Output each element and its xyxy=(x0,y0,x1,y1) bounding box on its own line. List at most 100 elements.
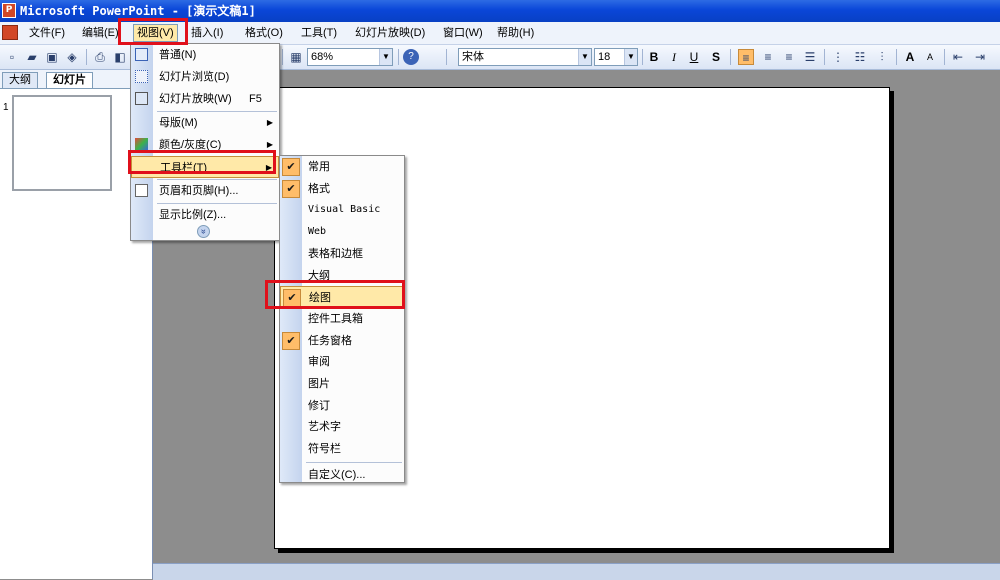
menu-item-zoom[interactable]: 显示比例(Z)... xyxy=(131,204,279,226)
submenu-item[interactable]: 修订 xyxy=(280,395,404,417)
align-right-icon[interactable]: ≡ xyxy=(781,49,797,65)
align-center-icon[interactable]: ≡ xyxy=(760,49,776,65)
submenu-item[interactable]: ✔ 绘图 xyxy=(280,286,404,309)
submenu-item[interactable]: ✔ 任务窗格 xyxy=(280,330,404,352)
menu-edit[interactable]: 编辑(E) xyxy=(79,25,122,41)
help-icon[interactable]: ? xyxy=(403,49,419,65)
submenu-item-label: 控件工具箱 xyxy=(308,312,363,325)
submenu-item[interactable]: Web xyxy=(280,221,404,243)
submenu-item-label: 修订 xyxy=(308,399,330,412)
menu-expand[interactable]: » xyxy=(131,224,279,240)
menu-item-header-footer[interactable]: 页眉和页脚(H)... xyxy=(131,180,279,202)
color-grayscale-icon xyxy=(135,138,148,151)
grow-font-button[interactable]: A xyxy=(902,49,918,65)
bullets-icon[interactable]: ☷ xyxy=(852,49,868,65)
toolbar-separator xyxy=(282,49,283,65)
menu-item-label: 母版(M) xyxy=(159,117,198,129)
toolbar-separator xyxy=(446,49,447,65)
print-icon[interactable]: ⎙ xyxy=(92,49,108,65)
submenu-item[interactable]: 艺术字 xyxy=(280,416,404,438)
submenu-item[interactable]: ✔ 格式 xyxy=(280,178,404,200)
font-name-combo[interactable]: 宋体 ▼ xyxy=(458,48,592,66)
menu-item-normal[interactable]: 普通(N) xyxy=(131,44,279,66)
submenu-item[interactable]: 审阅 xyxy=(280,351,404,373)
chevron-down-icon[interactable]: ▼ xyxy=(379,49,392,65)
menu-item-shortcut: F5 xyxy=(249,93,262,105)
submenu-item-label: 格式 xyxy=(308,182,330,195)
toolbar-separator xyxy=(896,49,897,65)
powerpoint-icon[interactable]: P xyxy=(2,3,16,18)
menu-item-toolbars[interactable]: 工具栏(T) ▶ xyxy=(131,156,279,178)
grid-icon[interactable]: ▦ xyxy=(288,49,304,65)
toolbar-separator xyxy=(86,49,87,65)
menu-help[interactable]: 帮助(H) xyxy=(494,25,537,41)
toolbar-separator xyxy=(944,49,945,65)
new-icon[interactable]: ▫ xyxy=(4,49,20,65)
submenu-item-label: 任务窗格 xyxy=(308,334,352,347)
tab-slides[interactable]: 幻灯片 xyxy=(46,72,93,88)
submenu-item[interactable]: 图片 xyxy=(280,373,404,395)
font-size-combo[interactable]: 18 ▼ xyxy=(594,48,638,66)
submenu-item[interactable]: Visual Basic xyxy=(280,199,404,221)
font-size-value: 18 xyxy=(598,51,611,63)
chevron-down-icon[interactable]: ▼ xyxy=(624,49,637,65)
line-spacing-icon[interactable]: ⫶ xyxy=(874,49,890,65)
submenu-item[interactable]: 符号栏 xyxy=(280,438,404,460)
open-icon[interactable]: ▰ xyxy=(24,49,40,65)
menu-window[interactable]: 窗口(W) xyxy=(440,25,486,41)
notes-pane-edge[interactable] xyxy=(153,563,1000,580)
submenu-item[interactable]: ✔ 常用 xyxy=(280,156,404,178)
normal-view-icon xyxy=(135,48,148,61)
increase-indent-icon[interactable]: ⇥ xyxy=(972,49,988,65)
submenu-item[interactable]: 自定义(C)... xyxy=(280,464,404,486)
tab-outline[interactable]: 大纲 xyxy=(2,72,38,88)
slideshow-icon xyxy=(135,92,148,105)
slide-number: 1 xyxy=(3,102,9,113)
menu-slideshow[interactable]: 幻灯片放映(D) xyxy=(352,25,428,41)
underline-button[interactable]: U xyxy=(686,49,702,65)
menu-item-slide-sorter[interactable]: 幻灯片浏览(D) xyxy=(131,66,279,88)
submenu-item-label: 艺术字 xyxy=(308,421,341,434)
chevron-down-icon[interactable]: ▼ xyxy=(578,49,591,65)
check-icon: ✔ xyxy=(283,289,301,308)
menu-item-label: 工具栏(T) xyxy=(160,162,208,174)
submenu-item[interactable]: 大纲 xyxy=(280,265,404,287)
submenu-item[interactable]: 控件工具箱 xyxy=(280,308,404,330)
menu-format[interactable]: 格式(O) xyxy=(242,25,286,41)
submenu-item-label: 大纲 xyxy=(308,269,330,282)
expand-chevron-icon: » xyxy=(197,225,210,238)
check-icon: ✔ xyxy=(282,158,300,176)
menu-tools[interactable]: 工具(T) xyxy=(298,25,340,41)
preview-icon[interactable]: ◧ xyxy=(112,49,128,65)
numbering-icon[interactable]: ⋮ xyxy=(830,49,846,65)
window-title: Microsoft PowerPoint - [演示文稿1] xyxy=(20,4,256,18)
italic-button[interactable]: I xyxy=(666,49,682,65)
shadow-button[interactable]: S xyxy=(708,49,724,65)
permission-icon[interactable]: ◈ xyxy=(64,49,80,65)
decrease-indent-icon[interactable]: ⇤ xyxy=(950,49,966,65)
distribute-icon[interactable]: ☰ xyxy=(802,49,818,65)
submenu-arrow-icon: ▶ xyxy=(266,118,273,127)
document-icon[interactable] xyxy=(2,25,18,40)
submenu-item-label: 自定义(C)... xyxy=(308,468,366,481)
toolbar-separator xyxy=(398,49,399,65)
save-icon[interactable]: ▣ xyxy=(44,49,60,65)
shrink-font-button[interactable]: A xyxy=(922,49,938,65)
menu-item-label: 显示比例(Z)... xyxy=(159,209,227,221)
bold-button[interactable]: B xyxy=(646,49,662,65)
check-icon: ✔ xyxy=(282,179,300,198)
submenu-item[interactable]: 表格和边框 xyxy=(280,243,404,265)
menu-insert[interactable]: 插入(I) xyxy=(188,25,226,41)
menu-item-master[interactable]: 母版(M) ▶ xyxy=(131,112,279,134)
zoom-combo[interactable]: 68% ▼ xyxy=(307,48,393,66)
submenu-item-label: 图片 xyxy=(308,378,330,390)
menu-separator xyxy=(306,461,402,463)
menu-item-slideshow[interactable]: 幻灯片放映(W) F5 xyxy=(131,88,279,110)
menu-item-color-grayscale[interactable]: 颜色/灰度(C) ▶ xyxy=(131,134,279,156)
slide-thumbnail[interactable] xyxy=(12,95,112,191)
align-left-icon[interactable]: ≡ xyxy=(738,49,754,65)
menu-item-label: 幻灯片浏览(D) xyxy=(159,71,230,83)
submenu-item-label: Visual Basic xyxy=(308,204,381,216)
menu-view[interactable]: 视图(V) xyxy=(133,24,178,42)
menu-file[interactable]: 文件(F) xyxy=(26,25,68,41)
